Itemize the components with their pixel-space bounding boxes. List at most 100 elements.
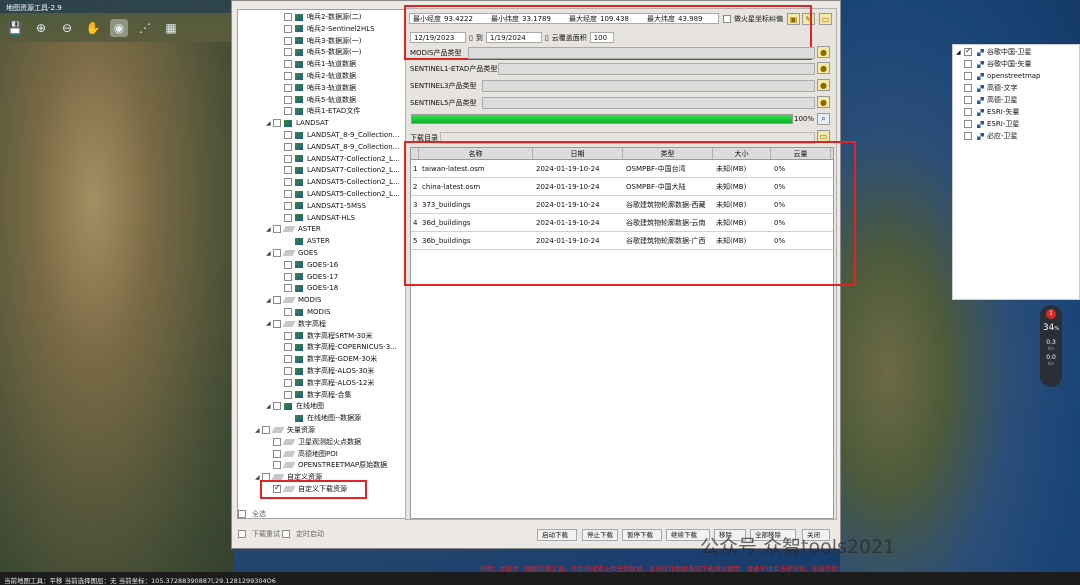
- tree-item-checkbox[interactable]: [284, 201, 292, 210]
- tree-item-checkbox[interactable]: [284, 166, 292, 175]
- layer-item[interactable]: ◢ 谷歌中国-卫星: [953, 46, 1079, 58]
- tree-item-checkbox[interactable]: [284, 60, 292, 69]
- tree-item[interactable]: ASTER: [277, 235, 330, 247]
- tree-item-checkbox[interactable]: [284, 95, 292, 104]
- tree-item-checkbox[interactable]: [273, 119, 281, 128]
- tree-item[interactable]: 数字高程SRTM-30米: [277, 330, 373, 342]
- layer-item[interactable]: 高德-文字: [953, 82, 1079, 94]
- tree-item-checkbox[interactable]: [273, 296, 281, 305]
- layer-checkbox[interactable]: [964, 132, 972, 140]
- tree-item[interactable]: 哨兵1-ETAD文件: [277, 105, 360, 117]
- tree-item-checkbox[interactable]: [284, 72, 292, 80]
- modis-options-icon[interactable]: ●: [817, 46, 830, 58]
- tree-item[interactable]: 数字高程-GDEM-30米: [277, 353, 377, 365]
- modis-type-select[interactable]: [468, 46, 815, 59]
- s3-options-icon[interactable]: ●: [817, 79, 830, 91]
- zoom-in-icon[interactable]: ⊕: [32, 19, 50, 37]
- tree-item[interactable]: ◢ MODIS: [266, 294, 321, 306]
- tree-item[interactable]: LANDSAT7-Collection2_L...: [277, 153, 400, 165]
- tree-item[interactable]: ◢ 数字高程: [266, 318, 326, 330]
- tree-item[interactable]: ◢ 在线地图: [266, 400, 324, 412]
- s5-type-select[interactable]: [482, 96, 815, 109]
- tree-item[interactable]: GOES-18: [277, 282, 338, 294]
- expand-arrow-icon[interactable]: ◢: [266, 120, 273, 127]
- tree-item-checkbox[interactable]: [284, 83, 292, 92]
- layer-checkbox[interactable]: [964, 46, 972, 56]
- retry-checkbox[interactable]: [238, 530, 246, 538]
- tile-tool-icon[interactable]: ▦: [162, 19, 180, 37]
- tree-item[interactable]: MODIS: [277, 306, 330, 318]
- tree-item-checkbox[interactable]: [273, 319, 281, 328]
- tree-item[interactable]: 数字高程-ALOS-12米: [277, 377, 374, 389]
- tree-item[interactable]: 哨兵2-轨道数据: [277, 70, 356, 82]
- layer-checkbox[interactable]: [964, 72, 972, 80]
- tree-item[interactable]: 数字高程-COPERNICUS-3...: [277, 341, 397, 353]
- tree-item[interactable]: 高德地图POI: [266, 448, 338, 460]
- tree-item-checkbox[interactable]: [284, 367, 292, 375]
- tree-item-checkbox[interactable]: [284, 331, 292, 340]
- layer-item[interactable]: ESRI-卫星: [953, 118, 1079, 130]
- tree-item[interactable]: ◢ GOES: [266, 247, 318, 259]
- layer-checkbox[interactable]: [964, 96, 972, 104]
- tree-item[interactable]: 数字高程-合集: [277, 389, 352, 401]
- tree-item[interactable]: 哨兵5-数据源(一): [277, 46, 361, 58]
- action-button[interactable]: 暂停下载: [622, 529, 662, 541]
- select-all-checkbox[interactable]: [238, 510, 246, 518]
- layer-item[interactable]: openstreetmap: [953, 70, 1079, 82]
- tree-item[interactable]: ◢ LANDSAT: [266, 117, 329, 129]
- grid-tool-icon[interactable]: ⋰: [136, 19, 154, 37]
- tree-item-checkbox[interactable]: [273, 449, 281, 458]
- tree-item[interactable]: 哨兵1-轨道数据: [277, 58, 356, 70]
- s3-type-select[interactable]: [482, 79, 815, 92]
- tree-item[interactable]: 在线地图--数据源: [277, 412, 361, 424]
- select-all-row[interactable]: 全选: [238, 509, 266, 519]
- tree-item[interactable]: ◢ ASTER: [266, 223, 321, 235]
- tree-item[interactable]: 哨兵3-轨道数据: [277, 82, 356, 94]
- folder-icon[interactable]: ▭: [819, 13, 832, 25]
- tree-item[interactable]: LANDSAT5-Collection2_L...: [277, 176, 400, 188]
- tree-item[interactable]: GOES-17: [277, 271, 338, 283]
- layer-checkbox[interactable]: [964, 108, 972, 116]
- tree-item[interactable]: 哨兵2-Sentinel2HLS: [277, 23, 375, 35]
- tree-item-checkbox[interactable]: [284, 390, 292, 399]
- tree-item[interactable]: LANDSAT7-Collection2_L...: [277, 164, 400, 176]
- tree-item-checkbox[interactable]: [284, 260, 292, 269]
- tree-item-checkbox[interactable]: [284, 213, 292, 222]
- s1-type-select[interactable]: [498, 62, 815, 75]
- expand-arrow-icon[interactable]: ◢: [255, 427, 262, 434]
- tree-item-checkbox[interactable]: [284, 272, 292, 281]
- s5-options-icon[interactable]: ●: [817, 96, 830, 108]
- tree-item-checkbox[interactable]: [284, 343, 292, 352]
- schedule-option[interactable]: 定时启动: [282, 529, 324, 539]
- tree-item-checkbox[interactable]: [284, 308, 292, 316]
- pan-hand-icon[interactable]: ✋: [84, 19, 102, 37]
- expand-arrow-icon[interactable]: ◢: [956, 49, 964, 56]
- zoom-out-icon[interactable]: ⊖: [58, 19, 76, 37]
- tree-item-checkbox[interactable]: [273, 402, 281, 411]
- tree-item[interactable]: GOES-16: [277, 259, 338, 271]
- tree-item[interactable]: 数字高程-ALOS-30米: [277, 365, 374, 377]
- locate-icon[interactable]: ◉: [110, 19, 128, 37]
- tree-item[interactable]: LANDSAT_8-9_Collection...: [277, 141, 399, 153]
- tree-item-checkbox[interactable]: [284, 355, 292, 364]
- tree-item-checkbox[interactable]: [273, 437, 281, 446]
- tree-item[interactable]: LANDSAT1-5MSS: [277, 200, 366, 212]
- map-view-left[interactable]: [0, 42, 234, 572]
- schedule-checkbox[interactable]: [282, 530, 290, 538]
- tree-item[interactable]: OPENSTREETMAP原始数据: [266, 459, 387, 471]
- tree-item-checkbox[interactable]: [284, 154, 292, 163]
- layer-checkbox[interactable]: [964, 84, 972, 92]
- tree-item-checkbox[interactable]: [273, 249, 281, 257]
- expand-arrow-icon[interactable]: ◢: [266, 297, 273, 304]
- tree-item-checkbox[interactable]: [284, 178, 292, 187]
- tree-item-checkbox[interactable]: [284, 107, 292, 116]
- save-icon[interactable]: 💾: [6, 19, 24, 37]
- s1-options-icon[interactable]: ●: [817, 62, 830, 74]
- tree-item-checkbox[interactable]: [284, 131, 292, 139]
- tree-item-checkbox[interactable]: [284, 48, 292, 57]
- tree-item-checkbox[interactable]: [284, 36, 292, 45]
- tree-item-checkbox[interactable]: [284, 24, 292, 33]
- layer-item[interactable]: 谷歌中国-矢量: [953, 58, 1079, 70]
- action-button[interactable]: 停止下载: [582, 529, 618, 541]
- layer-checkbox[interactable]: [964, 120, 972, 128]
